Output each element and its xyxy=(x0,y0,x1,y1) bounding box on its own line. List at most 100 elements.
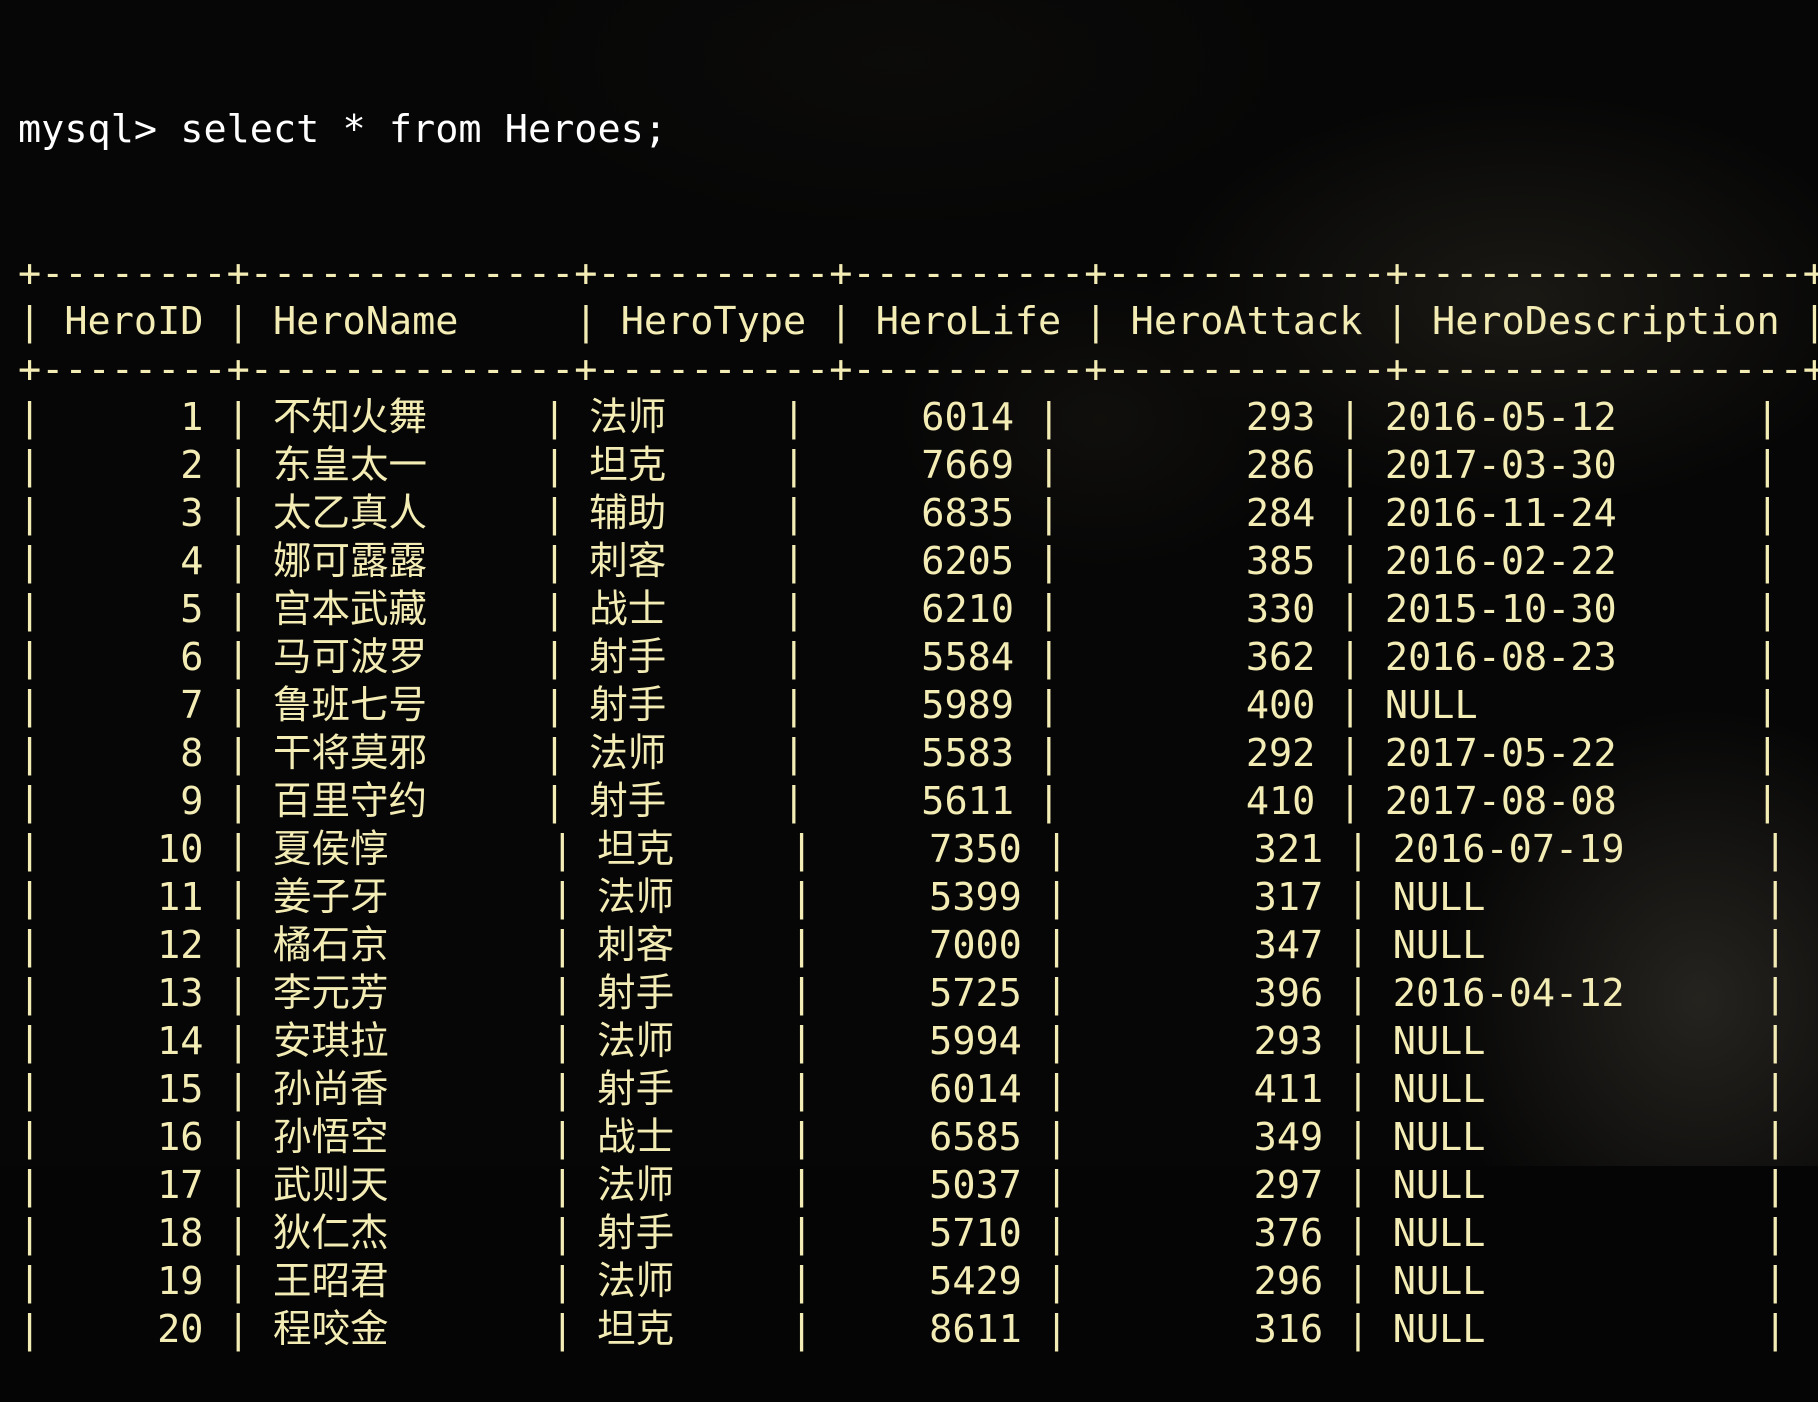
table-cell: 11 xyxy=(157,875,204,920)
table-cell: 法师 xyxy=(589,395,667,440)
table-cell: 射手 xyxy=(589,683,667,728)
table-cell: 6205 xyxy=(921,539,1015,584)
table-cell: 王昭君 xyxy=(273,1259,389,1304)
table-cell: 刺客 xyxy=(597,923,675,968)
table-cell: 射手 xyxy=(597,971,675,1016)
table-cell: 13 xyxy=(157,971,204,1016)
table-cell: 射手 xyxy=(597,1067,675,1112)
table-cell: 法师 xyxy=(597,1019,675,1064)
table-row: | 12 | 橘石京 | 刺客 | 7000 | 347 | NULL | xyxy=(18,923,1787,968)
table-cell: 7669 xyxy=(921,443,1015,488)
table-cell: 5584 xyxy=(921,635,1015,680)
table-cell: NULL xyxy=(1392,1307,1486,1352)
table-cell: 安琪拉 xyxy=(273,1019,389,1064)
table-row: | 13 | 李元芳 | 射手 | 5725 | 396 | 2016-04-1… xyxy=(18,971,1787,1016)
table-cell: NULL xyxy=(1392,1211,1486,1256)
table-cell: 2016-05-12 xyxy=(1384,395,1617,440)
table-cell: 15 xyxy=(157,1067,204,1112)
table-row: | 19 | 王昭君 | 法师 | 5429 | 296 | NULL | xyxy=(18,1259,1787,1304)
table-cell: NULL xyxy=(1392,1067,1486,1112)
table-cell: 6014 xyxy=(921,395,1015,440)
table-cell: 284 xyxy=(1245,491,1316,536)
table-cell: 东皇太一 xyxy=(273,443,428,488)
table-cell: 2016-07-19 xyxy=(1392,827,1625,872)
table-row: | 17 | 武则天 | 法师 | 5037 | 297 | NULL | xyxy=(18,1163,1787,1208)
table-cell: 孙尚香 xyxy=(273,1067,389,1112)
command-line[interactable]: mysql> select * from Heroes; xyxy=(18,106,1818,154)
table-row: | 7 | 鲁班七号 | 射手 | 5989 | 400 | NULL | xyxy=(18,683,1779,728)
mysql-prompt: mysql> xyxy=(18,107,158,152)
table-cell: 18 xyxy=(157,1211,204,1256)
table-cell: 程咬金 xyxy=(273,1307,389,1352)
table-row: | 16 | 孙悟空 | 战士 | 6585 | 349 | NULL | xyxy=(18,1115,1787,1160)
table-cell: 362 xyxy=(1245,635,1316,680)
table-cell: 14 xyxy=(157,1019,204,1064)
table-cell: 射手 xyxy=(589,779,667,824)
table-cell: 法师 xyxy=(597,1259,675,1304)
table-cell: 2017-05-22 xyxy=(1384,731,1617,776)
table-cell: 5583 xyxy=(921,731,1015,776)
column-header: HeroDescription xyxy=(1432,299,1780,344)
table-cell: 刺客 xyxy=(589,539,667,584)
table-cell: 武则天 xyxy=(273,1163,389,1208)
table-row: | 8 | 干将莫邪 | 法师 | 5583 | 292 | 2017-05-2… xyxy=(18,731,1779,776)
table-row: | 20 | 程咬金 | 坦克 | 8611 | 316 | NULL | xyxy=(18,1307,1787,1352)
table-row: | 18 | 狄仁杰 | 射手 | 5710 | 376 | NULL | xyxy=(18,1211,1787,1256)
table-cell: 宫本武藏 xyxy=(273,587,428,632)
table-cell: 376 xyxy=(1253,1211,1324,1256)
table-cell: 坦克 xyxy=(597,1307,675,1352)
table-cell: 马可波罗 xyxy=(273,635,428,680)
table-cell: NULL xyxy=(1392,923,1486,968)
table-cell: 不知火舞 xyxy=(273,395,428,440)
table-cell: 411 xyxy=(1253,1067,1324,1112)
table-cell: 6585 xyxy=(929,1115,1022,1160)
terminal-window[interactable]: mysql> select * from Heroes; +--------+-… xyxy=(18,10,1818,1352)
table-cell: 夏侯惇 xyxy=(273,827,389,872)
table-cell: 坦克 xyxy=(589,443,667,488)
table-cell: 286 xyxy=(1245,443,1316,488)
table-header-row: | HeroID | HeroName | HeroType | HeroLif… xyxy=(18,299,1818,344)
table-cell: 2017-08-08 xyxy=(1384,779,1617,824)
table-cell: 射手 xyxy=(589,635,667,680)
table-cell: 战士 xyxy=(597,1115,675,1160)
table-cell: 20 xyxy=(157,1307,204,1352)
table-row: | 1 | 不知火舞 | 法师 | 6014 | 293 | 2016-05-1… xyxy=(18,395,1779,440)
table-cell: 7000 xyxy=(929,923,1022,968)
table-cell: 16 xyxy=(157,1115,204,1160)
column-header: HeroType xyxy=(620,299,807,344)
table-cell: 法师 xyxy=(589,731,667,776)
table-cell: 2015-10-30 xyxy=(1384,587,1617,632)
table-cell: 狄仁杰 xyxy=(273,1211,389,1256)
table-cell: 2016-02-22 xyxy=(1384,539,1617,584)
table-cell: 292 xyxy=(1245,731,1316,776)
table-cell: 3 xyxy=(180,491,204,536)
table-cell: 6835 xyxy=(921,491,1015,536)
table-cell: 战士 xyxy=(589,587,667,632)
table-row: | 11 | 姜子牙 | 法师 | 5399 | 317 | NULL | xyxy=(18,875,1787,920)
table-cell: 4 xyxy=(180,539,204,584)
table-cell: 2017-03-30 xyxy=(1384,443,1617,488)
table-cell: 347 xyxy=(1253,923,1324,968)
table-cell: 5710 xyxy=(929,1211,1022,1256)
table-cell: 19 xyxy=(157,1259,204,1304)
table-cell: 娜可露露 xyxy=(273,539,428,584)
table-cell: 孙悟空 xyxy=(273,1115,389,1160)
table-cell: 射手 xyxy=(597,1211,675,1256)
table-cell: 8611 xyxy=(929,1307,1022,1352)
table-cell: 6014 xyxy=(929,1067,1022,1112)
table-cell: 396 xyxy=(1253,971,1324,1016)
table-cell: 10 xyxy=(157,827,204,872)
table-row: | 4 | 娜可露露 | 刺客 | 6205 | 385 | 2016-02-2… xyxy=(18,539,1779,584)
table-cell: 李元芳 xyxy=(273,971,389,1016)
table-cell: 8 xyxy=(180,731,204,776)
table-cell: 2016-11-24 xyxy=(1384,491,1617,536)
table-cell: 6210 xyxy=(921,587,1015,632)
table-cell: 橘石京 xyxy=(273,923,389,968)
table-cell: 12 xyxy=(157,923,204,968)
table-cell: 2016-04-12 xyxy=(1392,971,1625,1016)
table-cell: 317 xyxy=(1253,875,1324,920)
table-cell: 385 xyxy=(1245,539,1316,584)
table-cell: 5399 xyxy=(929,875,1022,920)
table-cell: 293 xyxy=(1245,395,1316,440)
table-cell: NULL xyxy=(1392,1019,1486,1064)
